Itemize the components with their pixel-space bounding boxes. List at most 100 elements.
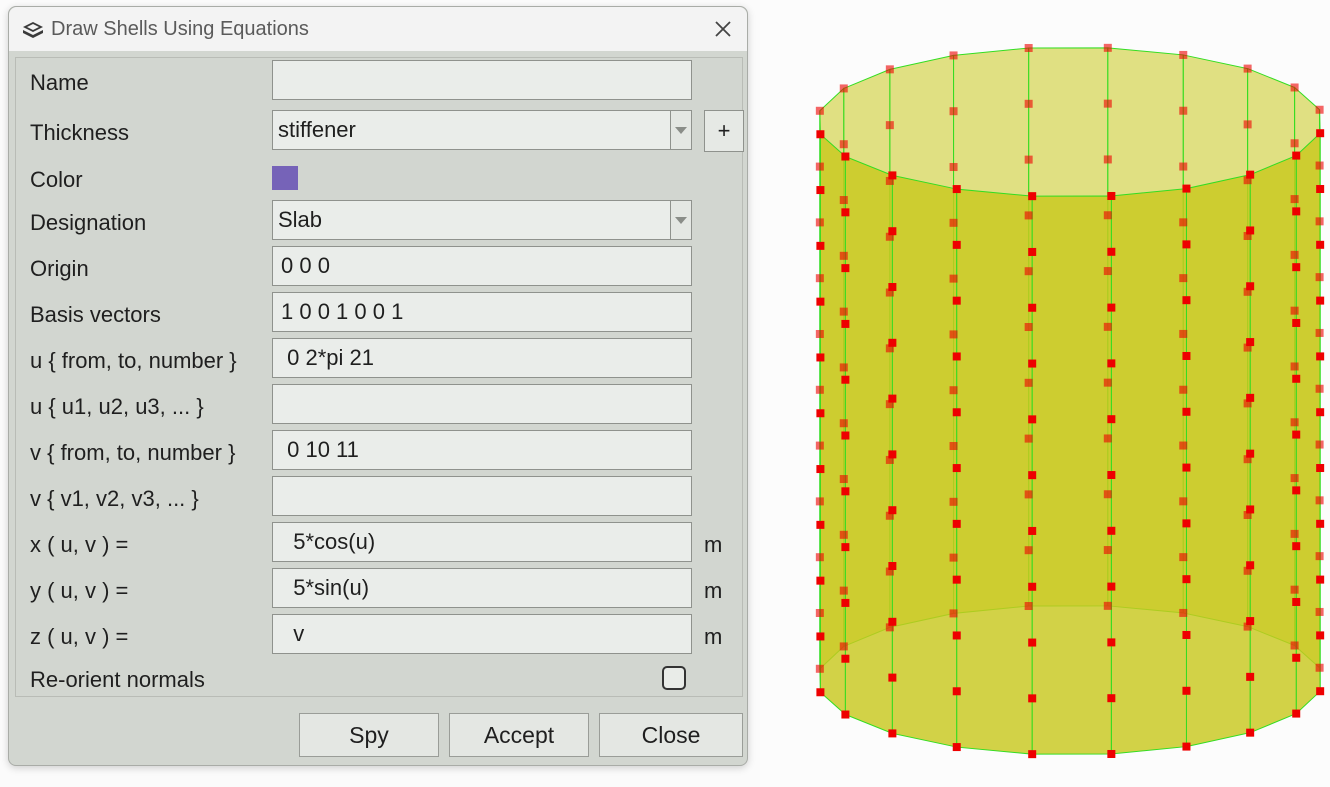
mesh-node bbox=[1316, 631, 1325, 640]
mesh-node bbox=[1024, 434, 1033, 443]
mesh-node bbox=[1103, 99, 1112, 108]
close-button[interactable]: Close bbox=[599, 713, 743, 757]
close-icon[interactable] bbox=[709, 15, 737, 43]
mesh-node bbox=[839, 530, 848, 539]
y-equation-field[interactable]: 5*sin(u) bbox=[272, 568, 692, 608]
mesh-node bbox=[952, 743, 961, 752]
mesh-node bbox=[1182, 351, 1191, 360]
mesh-node bbox=[949, 107, 958, 116]
basis-vectors-label: Basis vectors bbox=[30, 302, 161, 327]
mesh-node bbox=[885, 400, 894, 409]
mesh-node bbox=[1316, 687, 1325, 696]
add-thickness-button[interactable]: + bbox=[704, 110, 744, 152]
v-list-field[interactable] bbox=[272, 476, 692, 516]
z-unit-label: m bbox=[704, 624, 723, 649]
shell-panel bbox=[1249, 154, 1297, 734]
mesh-node bbox=[1290, 585, 1299, 594]
x-equation-field[interactable]: 5*cos(u) bbox=[272, 522, 692, 562]
mesh-node bbox=[885, 623, 894, 632]
y-equation-label: y ( u, v ) = bbox=[30, 578, 129, 603]
mesh-node bbox=[1028, 694, 1037, 703]
mesh-node bbox=[885, 455, 894, 464]
mesh-node bbox=[815, 274, 824, 283]
mesh-node bbox=[1243, 455, 1252, 464]
u-range-field[interactable]: 0 2*pi 21 bbox=[272, 338, 692, 378]
origin-field[interactable]: 0 0 0 bbox=[272, 246, 692, 286]
mesh-node bbox=[1315, 217, 1324, 226]
3d-viewport[interactable] bbox=[760, 0, 1330, 787]
mesh-node bbox=[1107, 638, 1116, 647]
mesh-node bbox=[1292, 151, 1301, 160]
mesh-node bbox=[841, 487, 850, 496]
mesh-node bbox=[816, 241, 825, 250]
mesh-node bbox=[1290, 250, 1299, 259]
mesh-node bbox=[1290, 418, 1299, 427]
mesh-node bbox=[1182, 686, 1191, 695]
mesh-node bbox=[949, 274, 958, 283]
mesh-node bbox=[1103, 546, 1112, 555]
mesh-node bbox=[839, 419, 848, 428]
mesh-node bbox=[949, 442, 958, 451]
mesh-node bbox=[1103, 490, 1112, 499]
mesh-node bbox=[841, 710, 850, 719]
mesh-node bbox=[816, 130, 825, 139]
title-bar[interactable]: Draw Shells Using Equations bbox=[9, 7, 747, 51]
mesh-node bbox=[1182, 630, 1191, 639]
mesh-node bbox=[1243, 399, 1252, 408]
mesh-node bbox=[1024, 99, 1033, 108]
chevron-down-icon[interactable] bbox=[670, 111, 691, 149]
mesh-node bbox=[1292, 430, 1301, 439]
mesh-node bbox=[1316, 519, 1325, 528]
chevron-down-icon[interactable] bbox=[670, 201, 691, 239]
mesh-node bbox=[1028, 247, 1037, 256]
mesh-node bbox=[1107, 415, 1116, 424]
v-range-field[interactable]: 0 10 11 bbox=[272, 430, 692, 470]
mesh-node bbox=[1103, 211, 1112, 220]
mesh-node bbox=[952, 296, 961, 305]
x-unit-label: m bbox=[704, 532, 723, 557]
mesh-node bbox=[885, 232, 894, 241]
mesh-node bbox=[1103, 43, 1112, 52]
mesh-node bbox=[815, 329, 824, 338]
mesh-node bbox=[1315, 328, 1324, 337]
cylinder-shell-model bbox=[815, 43, 1325, 759]
mesh-node bbox=[1290, 195, 1299, 204]
mesh-node bbox=[815, 106, 824, 115]
u-list-field[interactable] bbox=[272, 384, 692, 424]
name-field[interactable] bbox=[272, 60, 692, 100]
mesh-node bbox=[1179, 497, 1188, 506]
shell-panel bbox=[1185, 174, 1251, 748]
mesh-node bbox=[1024, 211, 1033, 220]
z-equation-field[interactable]: v bbox=[272, 614, 692, 654]
mesh-node bbox=[1179, 218, 1188, 227]
color-swatch[interactable] bbox=[272, 166, 298, 190]
mesh-node bbox=[1182, 575, 1191, 584]
mesh-node bbox=[1243, 64, 1252, 73]
mesh-node bbox=[1182, 463, 1191, 472]
designation-select[interactable]: Slab bbox=[272, 200, 692, 240]
mesh-node bbox=[1243, 622, 1252, 631]
mesh-node bbox=[1315, 663, 1324, 672]
mesh-node bbox=[841, 431, 850, 440]
mesh-node bbox=[1316, 575, 1325, 584]
mesh-node bbox=[1316, 240, 1325, 249]
reorient-normals-checkbox[interactable] bbox=[662, 666, 686, 690]
thickness-select[interactable]: stiffener bbox=[272, 110, 692, 150]
mesh-node bbox=[1182, 519, 1191, 528]
mesh-node bbox=[952, 352, 961, 361]
mesh-node bbox=[1028, 192, 1037, 201]
mesh-node bbox=[1315, 440, 1324, 449]
mesh-node bbox=[1316, 352, 1325, 361]
mesh-node bbox=[1243, 120, 1252, 129]
mesh-node bbox=[1316, 129, 1325, 138]
mesh-node bbox=[1024, 323, 1033, 332]
mesh-node bbox=[1315, 384, 1324, 393]
mesh-node bbox=[1292, 486, 1301, 495]
mesh-node bbox=[1179, 329, 1188, 338]
mesh-node bbox=[1243, 287, 1252, 296]
mesh-node bbox=[815, 218, 824, 227]
mesh-node bbox=[1292, 653, 1301, 662]
spy-button[interactable]: Spy bbox=[299, 713, 439, 757]
accept-button[interactable]: Accept bbox=[449, 713, 589, 757]
basis-vectors-field[interactable]: 1 0 0 1 0 0 1 bbox=[272, 292, 692, 332]
